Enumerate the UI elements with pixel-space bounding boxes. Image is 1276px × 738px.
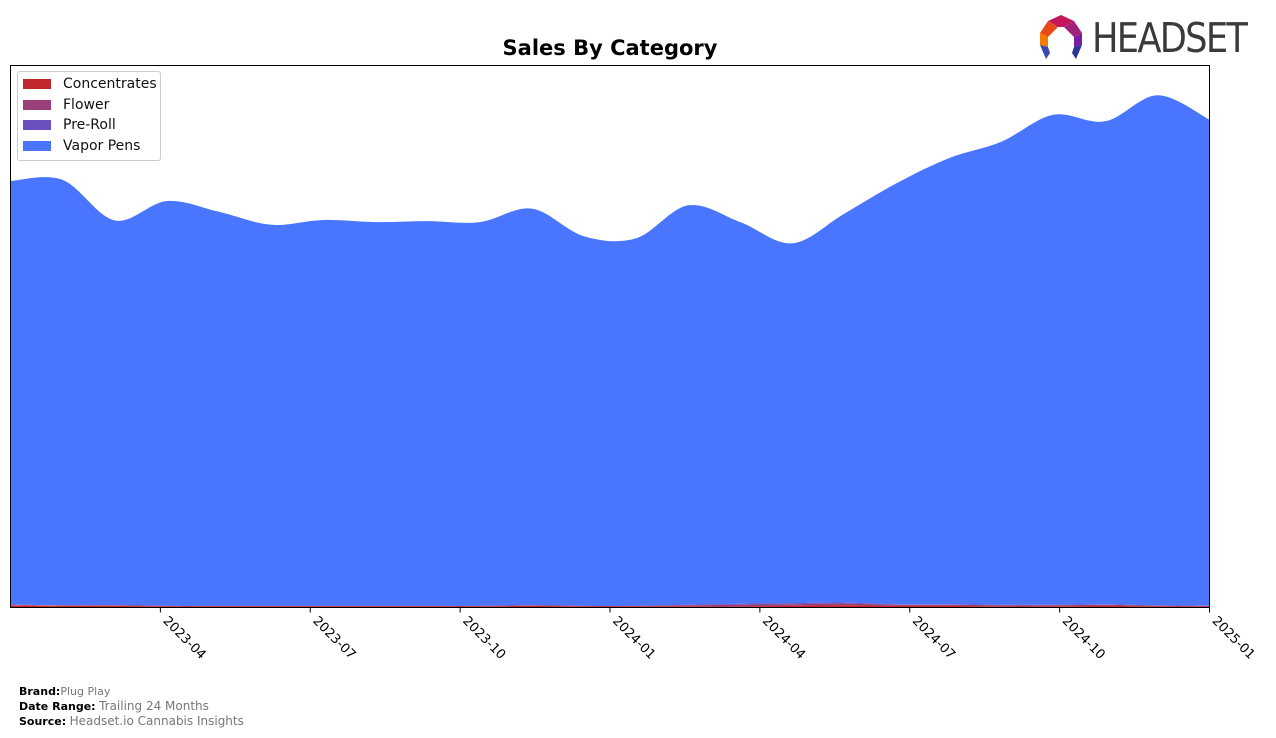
legend-swatch-vapor-pens <box>23 141 51 151</box>
legend-swatch-concentrates <box>23 79 51 89</box>
legend-label: Vapor Pens <box>63 138 141 154</box>
legend-item-pre-roll: Pre-Roll <box>23 117 116 133</box>
footer-brand-key: Brand: <box>19 685 61 698</box>
legend-label: Pre-Roll <box>63 117 116 133</box>
chart-areas <box>10 95 1210 608</box>
legend-item-concentrates: Concentrates <box>23 76 157 92</box>
logo-wordmark: HEADSET <box>1092 14 1248 62</box>
footer-source-value: Headset.io Cannabis Insights <box>69 714 244 728</box>
x-tick-label: 2024-07 <box>909 614 958 663</box>
x-tick-label: 2024-04 <box>759 614 808 663</box>
footer-source: Source: Headset.io Cannabis Insights <box>19 714 244 729</box>
footer-date-range: Date Range: Trailing 24 Months <box>19 699 244 714</box>
footer-source-key: Source: <box>19 715 67 728</box>
footer-brand-value: Plug Play <box>60 685 111 698</box>
footer-brand: Brand:Plug Play <box>19 684 244 699</box>
x-tick-label: 2024-10 <box>1059 614 1108 663</box>
x-tick-label: 2024-01 <box>609 614 658 663</box>
chart-canvas: 2023-04 2023-07 2023-10 2024-01 2024-04 2024-… <box>10 65 1258 663</box>
legend-item-vapor-pens: Vapor Pens <box>23 138 140 154</box>
headset-hexagon-logo-icon <box>1040 15 1082 59</box>
x-tick-label: 2025-01 <box>1209 614 1258 663</box>
legend: Concentrates Flower Pre-Roll Vapor Pens <box>17 71 161 161</box>
area-vapor-pens <box>10 95 1210 607</box>
legend-item-flower: Flower <box>23 97 109 113</box>
x-axis: 2023-04 2023-07 2023-10 2024-01 2024-04 2024-… <box>160 607 1258 663</box>
footer-date-range-value: Trailing 24 Months <box>99 699 209 713</box>
legend-swatch-flower <box>23 100 51 110</box>
legend-label: Flower <box>63 97 110 113</box>
footer-date-range-key: Date Range: <box>19 700 96 713</box>
x-tick-label: 2023-04 <box>160 614 209 663</box>
headset-logo: HEADSET <box>1036 13 1266 63</box>
chart-footer: Brand:Plug Play Date Range: Trailing 24 … <box>19 684 244 729</box>
x-tick-label: 2023-07 <box>309 614 358 663</box>
x-tick-label: 2023-10 <box>459 614 508 663</box>
legend-swatch-pre-roll <box>23 120 51 130</box>
legend-label: Concentrates <box>63 76 157 92</box>
